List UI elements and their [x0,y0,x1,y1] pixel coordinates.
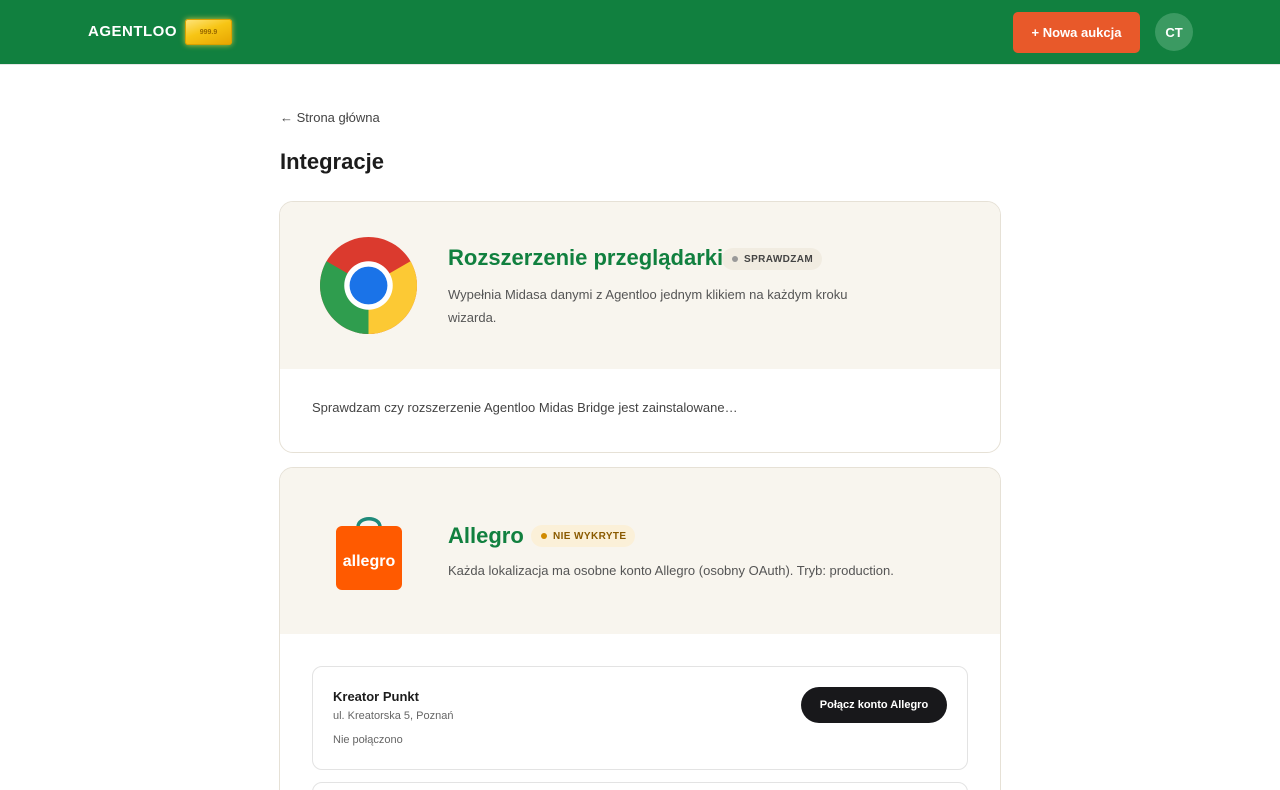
integration-title: Allegro [448,523,524,548]
location-card: Kreator Punkt ul. Kreatorska 5, Poznań N… [312,666,968,770]
status-badge: SPRAWDZAM [722,248,823,270]
integration-description: Każda lokalizacja ma osobne konto Allegr… [448,563,894,578]
location-name: Kreator Punkt [333,689,419,704]
back-to-home-link[interactable]: ← Strona główna [280,110,380,125]
location-card [312,782,968,790]
status-badge: NIE WYKRYTE [531,525,636,547]
gold-bar-icon: 999.9 [185,19,232,45]
integration-card-browser-extension: Rozszerzenie przeglądarki SPRAWDZAM Wype… [279,201,1001,453]
allegro-logo-text: allegro [343,553,396,570]
page-title: Integracje [280,149,384,174]
status-badge-label: NIE WYKRYTE [553,530,627,542]
integration-description: Wypełnia Midasa danymi z Agentloo jednym… [448,287,848,325]
brand-logo[interactable]: AGENTLOO [88,23,177,40]
gold-bar-label: 999.9 [199,28,218,36]
location-address: ul. Kreatorska 5, Poznań [333,710,454,722]
connect-allegro-button[interactable]: Połącz konto Allegro [801,687,947,723]
new-auction-button[interactable]: + Nowa aukcja [1013,12,1140,53]
status-badge-label: SPRAWDZAM [744,253,814,265]
top-navigation-bar: AGENTLOO 999.9 + Nowa aukcja CT [0,0,1280,65]
extension-check-status: Sprawdzam czy rozszerzenie Agentloo Mida… [312,400,738,415]
allegro-logo-icon: allegro [336,517,402,590]
status-dot-icon [732,256,738,262]
location-connection-status: Nie połączono [333,734,403,746]
integration-card-allegro: allegro Allegro NIE WYKRYTE Każda lokali… [279,467,1001,790]
integration-card-header: allegro Allegro NIE WYKRYTE Każda lokali… [280,468,1000,634]
status-dot-icon [541,533,547,539]
chrome-logo-icon [320,237,417,334]
integration-title: Rozszerzenie przeglądarki [448,245,724,270]
integration-card-header: Rozszerzenie przeglądarki SPRAWDZAM Wype… [280,202,1000,369]
user-avatar[interactable]: CT [1155,13,1193,51]
